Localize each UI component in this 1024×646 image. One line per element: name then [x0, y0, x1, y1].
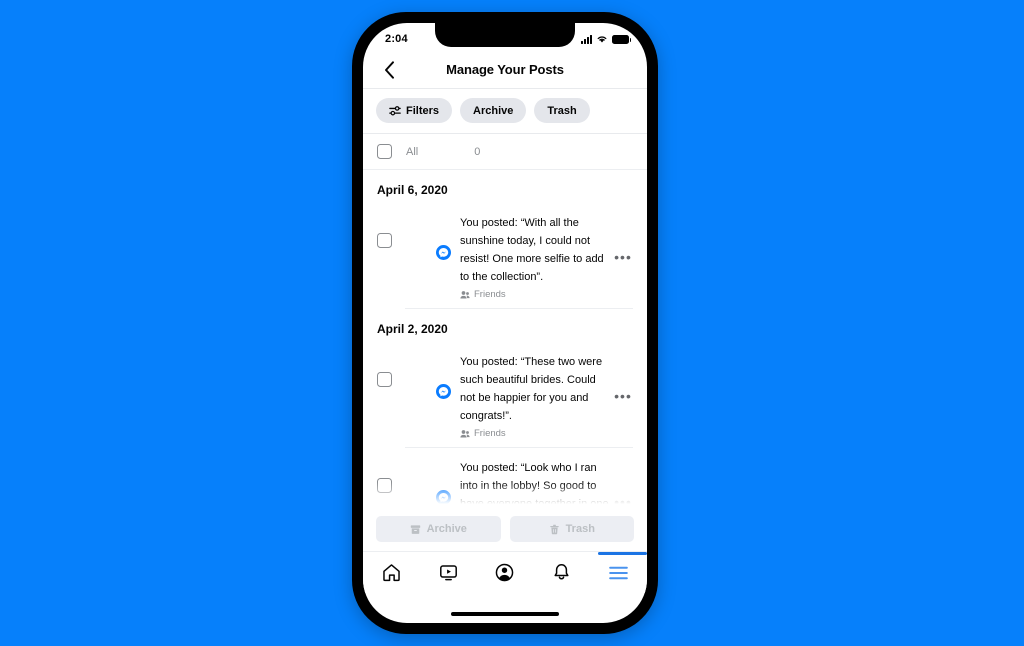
trash-icon — [549, 524, 559, 534]
status-bar-time: 2:04 — [385, 33, 408, 45]
post-body: You posted: “Look who I ran into in the … — [460, 452, 613, 508]
filter-pill-row: Filters Archive Trash — [363, 89, 647, 134]
post-checkbox[interactable] — [377, 233, 392, 248]
sidebar-item-home[interactable] — [363, 552, 420, 593]
sliders-icon — [389, 105, 401, 115]
sidebar-item-watch[interactable] — [420, 552, 477, 593]
date-header: April 2, 2020 — [377, 322, 448, 336]
audience-label: Friends — [474, 428, 506, 439]
archive-button[interactable]: Archive — [376, 516, 501, 542]
trash-pill[interactable]: Trash — [534, 98, 590, 123]
home-icon — [383, 564, 400, 582]
more-options-icon[interactable]: ••• — [613, 249, 633, 265]
select-all-checkbox[interactable] — [377, 144, 392, 159]
status-badge: Friends — [460, 289, 613, 300]
post-body: You posted: “With all the sunshine today… — [460, 207, 613, 300]
home-indicator — [451, 612, 559, 616]
select-all-row[interactable]: All 0 — [363, 134, 647, 170]
date-header: April 6, 2020 — [377, 183, 448, 197]
post-checkbox[interactable] — [377, 372, 392, 387]
hamburger-menu-icon — [609, 566, 628, 579]
chevron-left-icon[interactable] — [379, 60, 399, 80]
more-options-icon[interactable]: ••• — [613, 494, 633, 509]
phone-notch — [435, 23, 575, 47]
video-icon — [439, 565, 457, 581]
battery-icon — [612, 34, 631, 44]
avatar — [405, 217, 453, 262]
phone-frame: 2:04 Manage Your Posts Filters Archive T… — [352, 12, 658, 634]
table-row[interactable]: You posted: “With all the sunshine today… — [363, 203, 647, 308]
messenger-icon — [434, 382, 453, 401]
selected-count: 0 — [474, 145, 481, 158]
select-all-label: All — [406, 145, 419, 158]
messenger-icon — [434, 243, 453, 262]
sidebar-item-profile[interactable] — [477, 552, 534, 593]
table-row[interactable]: You posted: “Look who I ran into in the … — [363, 448, 647, 508]
friends-icon — [460, 429, 470, 437]
audience-label: Friends — [474, 289, 506, 300]
phone-screen: 2:04 Manage Your Posts Filters Archive T… — [363, 23, 647, 623]
posts-list[interactable]: April 6, 2020 You posted: “With all the … — [363, 170, 647, 508]
bottom-tab-bar — [363, 551, 647, 593]
wifi-icon — [597, 36, 607, 43]
table-row[interactable]: You posted: “These two were such beautif… — [363, 342, 647, 447]
more-options-icon[interactable]: ••• — [613, 388, 633, 404]
avatar — [405, 356, 453, 401]
bulk-action-bar: Archive Trash — [363, 508, 647, 551]
trash-button-label: Trash — [565, 523, 595, 535]
post-text: You posted: “Look who I ran into in the … — [460, 462, 609, 508]
trash-button[interactable]: Trash — [509, 516, 634, 542]
profile-icon — [496, 563, 514, 582]
sidebar-item-menu[interactable] — [590, 552, 647, 593]
sidebar-item-notifications[interactable] — [533, 552, 590, 593]
nav-header: Manage Your Posts — [363, 51, 647, 89]
post-text: You posted: “These two were such beautif… — [460, 356, 603, 422]
friends-icon — [460, 290, 470, 298]
archive-pill-label: Archive — [473, 104, 514, 117]
messenger-icon — [434, 488, 453, 507]
bell-icon — [554, 564, 569, 580]
status-badge: Friends — [460, 428, 613, 439]
trash-pill-label: Trash — [547, 104, 577, 117]
post-text: You posted: “With all the sunshine today… — [460, 217, 604, 283]
post-checkbox[interactable] — [377, 478, 392, 493]
signal-icon — [581, 34, 592, 44]
archive-button-label: Archive — [426, 523, 467, 535]
filters-pill-label: Filters — [406, 104, 440, 117]
status-bar-icons — [581, 34, 631, 44]
archive-pill[interactable]: Archive — [460, 98, 527, 123]
archive-icon — [410, 524, 420, 534]
page-title: Manage Your Posts — [446, 62, 564, 77]
filters-pill[interactable]: Filters — [376, 98, 453, 123]
post-body: You posted: “These two were such beautif… — [460, 346, 613, 439]
avatar — [405, 462, 453, 507]
